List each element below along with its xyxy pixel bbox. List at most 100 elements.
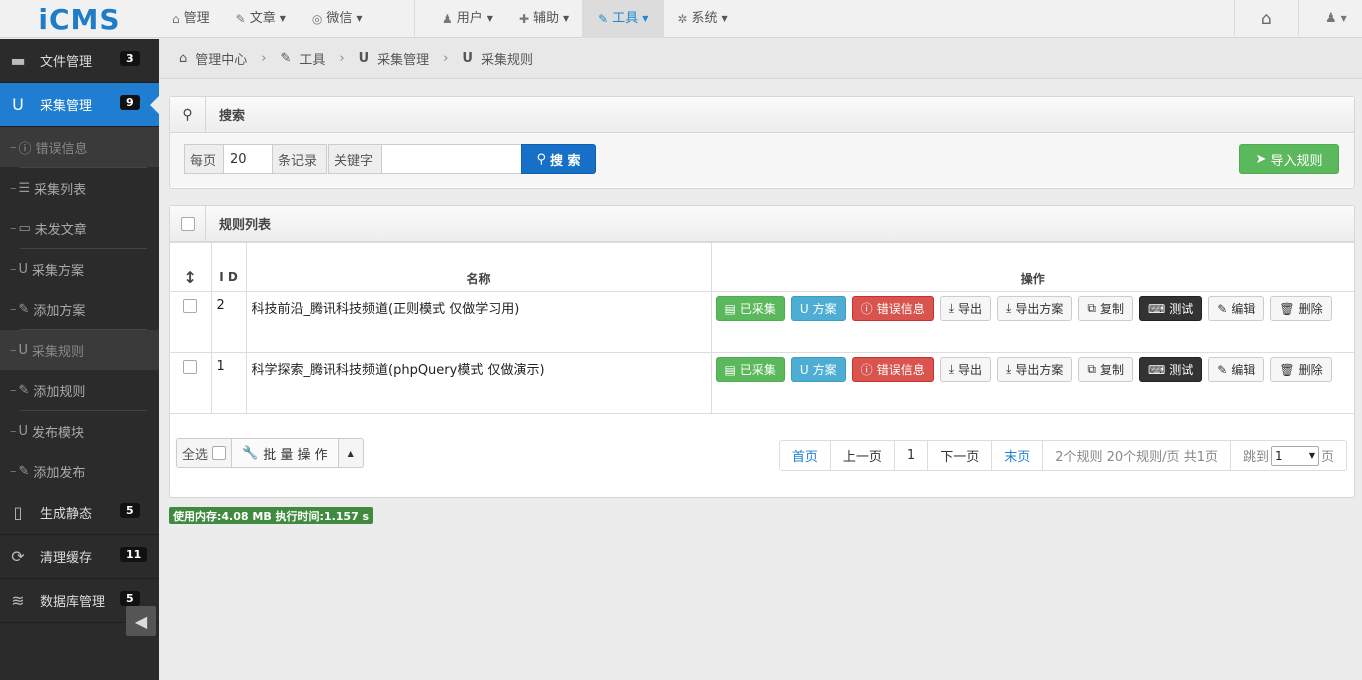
test-button[interactable]: ⌨ 测试 [1138, 296, 1203, 321]
sidebar-sub-label: 错误信息 [35, 141, 88, 157]
plan-button[interactable]: U 方案 [790, 357, 846, 382]
nav-item-user[interactable]: ♟ 用户 ▼ [429, 0, 506, 38]
breadcrumb-item-home[interactable]: 管理中心 [195, 49, 247, 68]
sidebar-sub-add-plan[interactable]: – ✎ 添加方案 [0, 289, 159, 329]
page-select-value: 1 [1274, 448, 1283, 463]
nav-item-article[interactable]: ✎ 文章 ▼ [223, 0, 299, 38]
copy-button[interactable]: ⧉ 复制 [1078, 296, 1133, 321]
column-header-name: 名称 [245, 242, 712, 292]
button-label: 测试 [1169, 302, 1194, 316]
nav-label: 辅助 [533, 11, 560, 26]
per-page-input[interactable]: 20 [223, 144, 273, 174]
delete-button[interactable]: 🗑 删除 [1270, 357, 1332, 382]
sidebar-sub-label: 添加发布 [33, 465, 86, 481]
nav-divider [1234, 0, 1235, 38]
sidebar-sub-label: 未发文章 [34, 222, 87, 238]
nav-label: 微信 [326, 11, 353, 26]
sidebar-sub-errors[interactable]: – ⓘ 错误信息 [0, 127, 159, 167]
pager-next[interactable]: 下一页 [928, 441, 993, 470]
sidebar-item-cache[interactable]: ⟳ 清理缓存 11 [0, 535, 159, 579]
sort-column[interactable]: ↕ [170, 242, 212, 292]
errors-button[interactable]: ⓘ 错误信息 [851, 357, 934, 382]
pager-first[interactable]: 首页 [780, 441, 831, 470]
delete-button[interactable]: 🗑 删除 [1270, 296, 1332, 321]
pager-prev[interactable]: 上一页 [831, 441, 895, 470]
count-badge: 9 [120, 95, 140, 110]
sidebar-sub-plans[interactable]: – U 采集方案 [0, 249, 159, 289]
export-plan-button[interactable]: ⤓ 导出方案 [997, 357, 1073, 382]
sidebar-sub-publish[interactable]: – U 发布模块 [0, 411, 159, 451]
batch-dropdown-toggle[interactable]: ▲ [339, 439, 363, 467]
sidebar-sub-label: 采集规则 [32, 344, 85, 360]
edit-button[interactable]: ✎ 编辑 [1208, 357, 1265, 382]
checkbox[interactable] [180, 216, 195, 231]
column-header-id: I D [210, 242, 247, 292]
nav-item-system[interactable]: ✲ 系统 ▼ [664, 0, 740, 38]
pagination: 首页 上一页 1 下一页 末页 2个规则 20个规则/页 共1页 跳到 1 ▼ 页 [778, 440, 1347, 471]
export-button[interactable]: ⤓ 导出 [939, 296, 992, 321]
column-header-ops: 操作 [710, 242, 1354, 292]
batch-ops-button[interactable]: 🔧 批 量 操 作 [232, 439, 339, 467]
nav-left: ⌂ 管理 ✎ 文章 ▼ ◎ 微信 ▼ [159, 0, 376, 38]
sidebar-sub-unpublished[interactable]: – ▭ 未发文章 [0, 208, 159, 248]
collected-button[interactable]: ▤ 已采集 [715, 296, 785, 321]
rule-name: 科学探索_腾讯科技频道(phpQuery模式 仅做演示) [245, 352, 712, 414]
breadcrumb-item-rules[interactable]: 采集规则 [481, 49, 533, 68]
gear-icon: ✲ [677, 12, 688, 26]
sidebar-collapse-button[interactable]: ◀ [126, 606, 156, 636]
breadcrumb-item-collect[interactable]: 采集管理 [377, 49, 429, 68]
rules-panel: 规则列表 ↕ I D 名称 操作 2 科技前沿_腾讯科技频道(正则模式 仅做学习… [169, 205, 1355, 498]
caret-down-icon: ▼ [486, 14, 493, 23]
export-plan-button[interactable]: ⤓ 导出方案 [997, 296, 1073, 321]
row-checkbox[interactable] [183, 298, 198, 313]
logo[interactable]: iCMS [0, 0, 159, 38]
select-all-header-checkbox[interactable] [170, 205, 206, 242]
sidebar-sub-collect-list[interactable]: – ☰ 采集列表 [0, 168, 159, 208]
button-label: 批 量 操 作 [263, 447, 328, 463]
button-label: 搜 索 [550, 153, 581, 169]
import-rules-button[interactable]: ➤ 导入规则 [1239, 144, 1339, 174]
select-all[interactable]: 全选 [177, 439, 233, 467]
pager-current[interactable]: 1 [895, 441, 929, 470]
arrow-left-icon: ◀ [134, 611, 148, 631]
sidebar-item-label: 清理缓存 [40, 551, 93, 566]
magnet-icon: U [18, 342, 29, 358]
sidebar-sub-add-rule[interactable]: – ✎ 添加规则 [0, 370, 159, 410]
keyword-label: 关键字 [328, 144, 382, 174]
records-label: 条记录 [272, 144, 327, 174]
edit-button[interactable]: ✎ 编辑 [1208, 296, 1265, 321]
page-select[interactable]: 1 ▼ [1270, 445, 1319, 466]
nav-item-manage[interactable]: ⌂ 管理 [159, 0, 223, 38]
keyword-input[interactable] [381, 144, 522, 174]
home-icon[interactable]: ⌂ [1248, 0, 1285, 38]
sidebar-item-collect[interactable]: U 采集管理 9 [0, 83, 159, 127]
sidebar: ▬ 文件管理 3 U 采集管理 9 – ⓘ 错误信息 – ☰ 采集列表 – ▭ 未发文章 – U 采集方… [0, 39, 159, 680]
table-row: 1 科学探索_腾讯科技频道(phpQuery模式 仅做演示) ▤ 已采集 U 方案 … [170, 352, 1354, 414]
sidebar-item-files[interactable]: ▬ 文件管理 3 [0, 39, 159, 83]
select-all-checkbox[interactable] [212, 446, 227, 460]
export-button[interactable]: ⤓ 导出 [939, 357, 992, 382]
edit-icon: ✎ [1217, 362, 1228, 377]
nav-item-tools[interactable]: ✎ 工具 ▼ [582, 0, 665, 38]
plan-button[interactable]: U 方案 [790, 296, 846, 321]
copy-button[interactable]: ⧉ 复制 [1078, 357, 1133, 382]
sidebar-item-label: 文件管理 [40, 55, 93, 70]
errors-button[interactable]: ⓘ 错误信息 [851, 296, 934, 321]
collected-button[interactable]: ▤ 已采集 [715, 357, 785, 382]
sidebar-sub-add-publish[interactable]: – ✎ 添加发布 [0, 451, 159, 491]
user-menu[interactable]: ♟ ▼ [1312, 0, 1360, 38]
folder-icon: ▬ [10, 51, 26, 70]
sidebar-sub-rules[interactable]: – U 采集规则 [0, 330, 159, 370]
button-label: 导出方案 [1015, 302, 1064, 316]
nav-item-wechat[interactable]: ◎ 微信 ▼ [299, 0, 376, 38]
info-icon: ⓘ [860, 363, 873, 377]
breadcrumb-item-tools[interactable]: 工具 [299, 49, 325, 68]
test-button[interactable]: ⌨ 测试 [1138, 357, 1203, 382]
search-button[interactable]: ⚲ 搜 索 [521, 144, 596, 174]
sidebar-item-static[interactable]: ▯ 生成静态 5 [0, 491, 159, 535]
row-checkbox[interactable] [183, 359, 198, 374]
nav-item-assist[interactable]: ✚ 辅助 ▼ [506, 0, 582, 38]
pager-last[interactable]: 末页 [992, 441, 1044, 470]
sidebar-sub-label: 采集列表 [34, 182, 87, 198]
wrench-icon: ✚ [518, 12, 529, 26]
